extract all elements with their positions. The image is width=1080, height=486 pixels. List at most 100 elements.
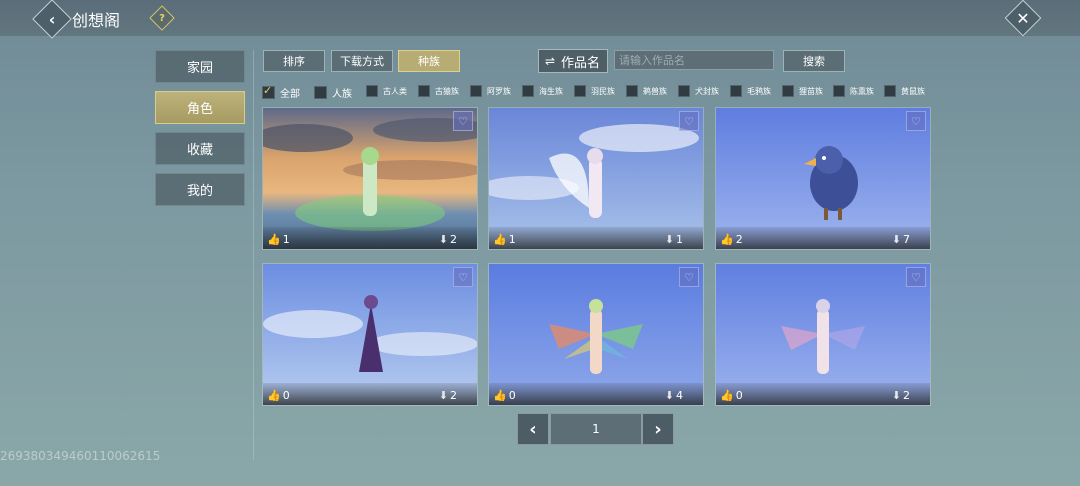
nav-item-favorites[interactable]: 收藏 <box>155 132 245 165</box>
question-icon: ? <box>159 12 165 24</box>
work-card[interactable]: ♡ 👍 1 ⬇ 2 <box>262 107 478 250</box>
help-button[interactable]: ? <box>149 5 175 31</box>
back-button[interactable]: ‹ <box>32 0 72 39</box>
heart-icon[interactable]: ♡ <box>453 111 473 131</box>
work-card[interactable]: ♡ 👍 2 ⬇ 7 <box>715 107 931 250</box>
work-card[interactable]: ♡ 👍 0 ⬇ 2 <box>715 263 931 406</box>
download-count[interactable]: ⬇ 7 <box>892 233 910 246</box>
filter-label: 全部 <box>280 89 300 100</box>
heart-icon[interactable]: ♡ <box>906 267 926 287</box>
download-icon: ⬇ <box>664 233 674 246</box>
download-count[interactable]: ⬇ 2 <box>439 233 457 246</box>
heart-icon[interactable]: ♡ <box>453 267 473 287</box>
checkbox-icon <box>314 86 327 99</box>
work-name-label[interactable]: ⇌ 作品名 <box>538 49 608 73</box>
checkbox-icon <box>884 85 896 97</box>
like-icon: 👍 <box>267 389 281 402</box>
checkbox-icon <box>730 85 742 97</box>
close-button[interactable]: ✕ <box>1004 0 1042 37</box>
chevron-left-icon: ‹ <box>529 418 537 440</box>
filter-label: 犬封族 <box>695 86 719 96</box>
filter-feather-crow[interactable]: 毛鸦族 <box>730 85 771 97</box>
download-mode-button[interactable]: 下载方式 <box>331 50 393 72</box>
nav-item-home[interactable]: 家园 <box>155 50 245 83</box>
filter-feathered[interactable]: 羽民族 <box>574 85 615 97</box>
swap-icon: ⇌ <box>544 54 556 68</box>
like-count[interactable]: 👍 1 <box>493 233 516 246</box>
filter-label: 狸苗族 <box>799 86 823 96</box>
filter-label: 阿罗族 <box>487 86 511 96</box>
filter-aro[interactable]: 阿罗族 <box>470 85 511 97</box>
work-name-text: 作品名 <box>561 55 601 71</box>
checkbox-icon <box>418 85 430 97</box>
checkbox-icon <box>366 85 378 97</box>
like-icon: 👍 <box>493 389 507 402</box>
prev-page-button[interactable]: ‹ <box>517 413 549 445</box>
page-number[interactable]: 1 <box>550 413 642 445</box>
like-icon: 👍 <box>720 389 734 402</box>
close-icon: ✕ <box>1016 8 1030 28</box>
back-arrow-icon: ‹ <box>48 9 56 29</box>
work-card[interactable]: ♡ 👍 0 ⬇ 2 <box>262 263 478 406</box>
next-page-button[interactable]: › <box>642 413 674 445</box>
filter-label: 鹈兽族 <box>643 86 667 96</box>
filter-label: 毛鸦族 <box>747 86 771 96</box>
download-count[interactable]: ⬇ 4 <box>665 389 683 402</box>
download-count[interactable]: ⬇ 2 <box>892 389 910 402</box>
filter-label: 人族 <box>332 89 352 100</box>
like-count[interactable]: 👍 0 <box>720 389 743 402</box>
filter-all[interactable]: 全部 <box>262 84 300 100</box>
like-count[interactable]: 👍 2 <box>720 233 743 246</box>
category-nav: 家园 角色 收藏 我的 <box>155 50 245 214</box>
heart-icon[interactable]: ♡ <box>679 111 699 131</box>
checkbox-checked-icon <box>262 84 275 99</box>
checkbox-icon <box>833 85 845 97</box>
filter-label: 羽民族 <box>591 86 615 96</box>
search-button[interactable]: 搜索 <box>783 50 845 72</box>
filter-label: 古猿族 <box>435 86 459 96</box>
download-icon: ⬇ <box>891 389 901 402</box>
filter-raccoon-miao[interactable]: 狸苗族 <box>782 85 823 97</box>
download-icon: ⬇ <box>438 389 448 402</box>
filter-dog-seal[interactable]: 犬封族 <box>678 85 719 97</box>
filter-label: 古人类 <box>383 86 407 96</box>
like-icon: 👍 <box>493 233 507 246</box>
download-count[interactable]: ⬇ 2 <box>439 389 457 402</box>
checkbox-icon <box>678 85 690 97</box>
filter-label: 陈熏族 <box>850 86 874 96</box>
vertical-divider <box>253 50 254 460</box>
heart-icon[interactable]: ♡ <box>906 111 926 131</box>
filter-ancient-human[interactable]: 古人类 <box>366 85 407 97</box>
work-card[interactable]: ♡ 👍 0 ⬇ 4 <box>488 263 704 406</box>
checkbox-icon <box>782 85 794 97</box>
user-id: 269380349460110062615 <box>0 449 161 463</box>
like-count[interactable]: 👍 1 <box>267 233 290 246</box>
download-icon: ⬇ <box>891 233 901 246</box>
checkbox-icon <box>522 85 534 97</box>
work-card[interactable]: ♡ 👍 1 ⬇ 1 <box>488 107 704 250</box>
download-count[interactable]: ⬇ 1 <box>665 233 683 246</box>
filter-human[interactable]: 人族 <box>314 85 352 100</box>
filter-chen-xun[interactable]: 陈熏族 <box>833 85 874 97</box>
page-title: 创想阁 <box>72 11 121 30</box>
like-icon: 👍 <box>267 233 281 246</box>
top-bar: ‹ 创想阁 ? ✕ <box>0 0 1080 39</box>
race-button[interactable]: 种族 <box>398 50 460 72</box>
filter-ancient-ape[interactable]: 古猿族 <box>418 85 459 97</box>
download-icon: ⬇ <box>664 389 674 402</box>
filter-pelican-beast[interactable]: 鹈兽族 <box>626 85 667 97</box>
like-icon: 👍 <box>720 233 734 246</box>
heart-icon[interactable]: ♡ <box>679 267 699 287</box>
checkbox-icon <box>626 85 638 97</box>
like-count[interactable]: 👍 0 <box>493 389 516 402</box>
filter-yellow-rat[interactable]: 黄鼠族 <box>884 85 925 97</box>
nav-item-mine[interactable]: 我的 <box>155 173 245 206</box>
sort-button[interactable]: 排序 <box>263 50 325 72</box>
like-count[interactable]: 👍 0 <box>267 389 290 402</box>
search-input[interactable] <box>614 50 774 70</box>
nav-item-character[interactable]: 角色 <box>155 91 245 124</box>
download-icon: ⬇ <box>438 233 448 246</box>
chevron-right-icon: › <box>654 418 662 440</box>
filter-label: 海生族 <box>539 86 563 96</box>
filter-sea-born[interactable]: 海生族 <box>522 85 563 97</box>
